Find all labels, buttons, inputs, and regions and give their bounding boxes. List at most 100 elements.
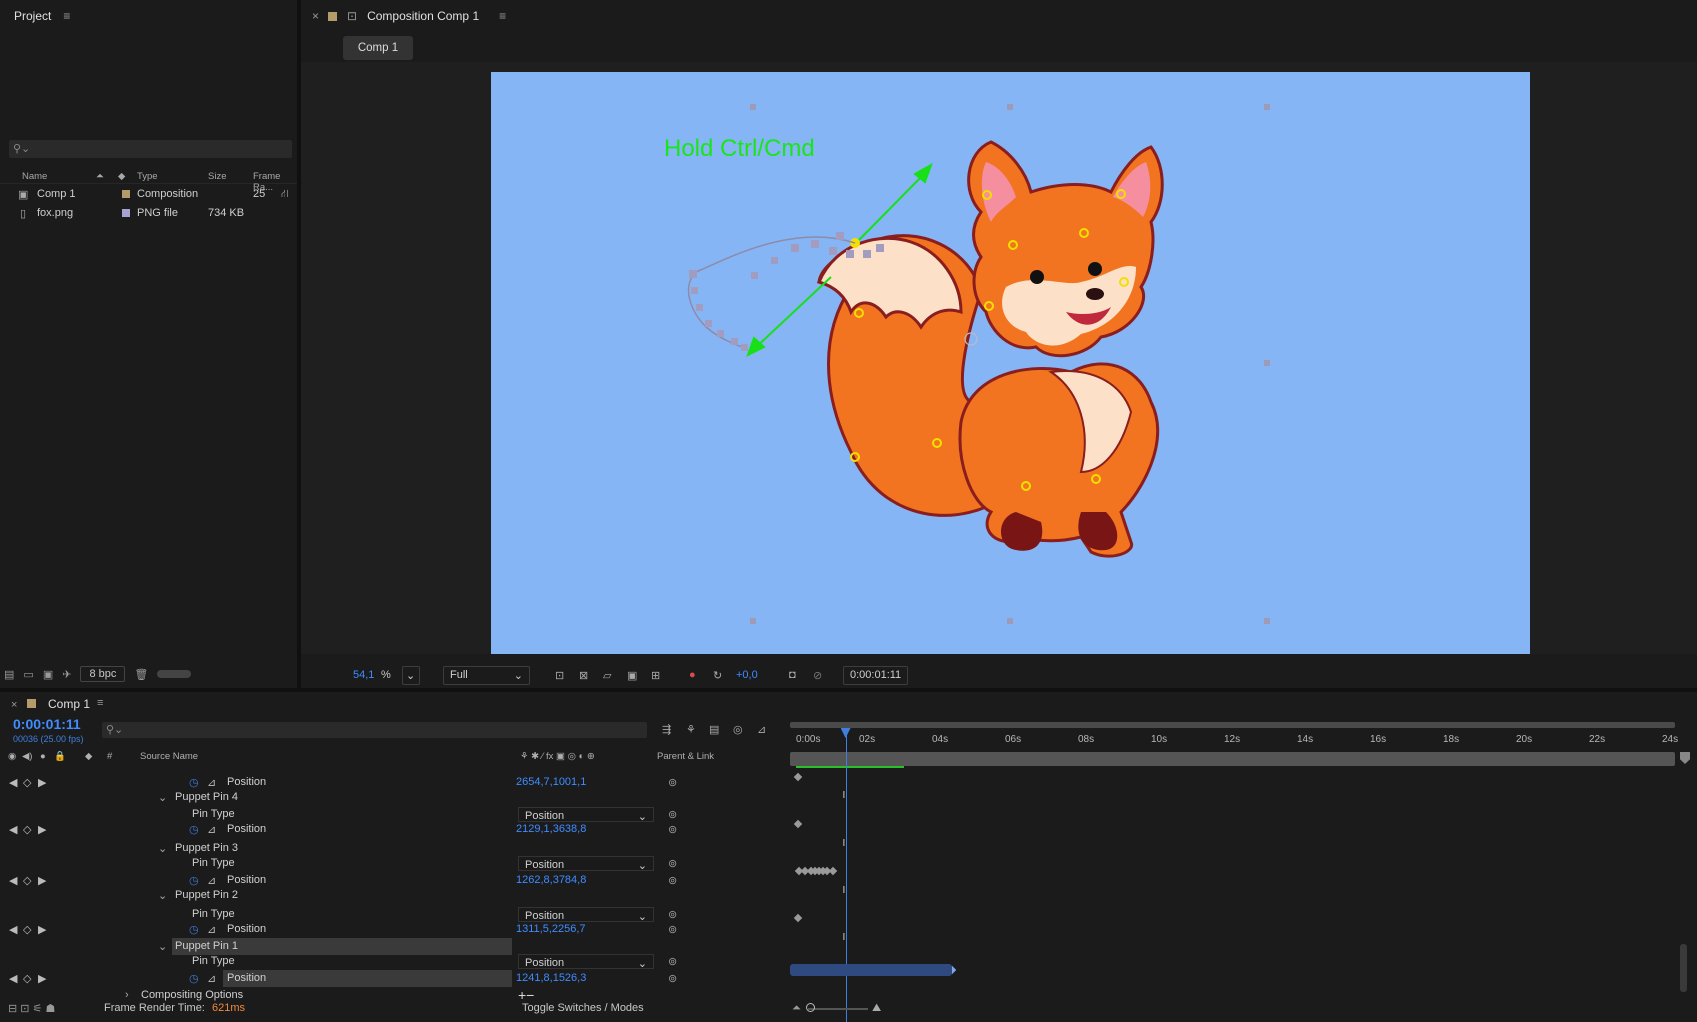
keyframe-diamond[interactable] xyxy=(793,913,803,923)
bit-depth-button[interactable]: 8 bpc xyxy=(80,666,126,682)
add-keyframe-icon[interactable]: ◇ xyxy=(23,776,31,789)
pin-type-dropdown[interactable]: Position ⌄ xyxy=(518,907,654,923)
viewer-timecode[interactable]: 0:00:01:11 xyxy=(843,665,909,685)
zoom-dropdown[interactable]: ⌄ xyxy=(402,665,420,685)
graph-icon[interactable]: ⊿ xyxy=(207,776,216,789)
thumbnail-slider[interactable] xyxy=(157,670,192,678)
add-keyframe-icon[interactable]: ◇ xyxy=(23,923,31,936)
mask-visibility-icon[interactable]: ▱ xyxy=(603,669,611,682)
vertical-scrollbar[interactable] xyxy=(1680,944,1687,992)
pick-whip-icon[interactable]: ⊚ xyxy=(668,776,677,789)
zoom-slider-knob[interactable] xyxy=(806,1003,815,1012)
channel-rgb-icon[interactable]: ● xyxy=(689,669,696,681)
project-title[interactable]: Project xyxy=(14,9,51,23)
show-snapshot-icon[interactable]: ⊘ xyxy=(813,669,822,682)
col-type[interactable]: Type xyxy=(137,171,158,182)
timeline-tab[interactable]: Comp 1 xyxy=(48,697,90,711)
chevron-down-icon[interactable]: ⌄ xyxy=(158,889,167,902)
layer-row-type[interactable]: Pin Type Position ⌄ ⊚ xyxy=(0,855,790,872)
pick-whip-icon[interactable]: ⊚ xyxy=(668,972,677,985)
sort-ascending-icon[interactable]: ⏶ xyxy=(96,171,104,182)
close-icon[interactable]: × xyxy=(11,699,17,711)
resolution-dropdown[interactable]: Full ⌄ xyxy=(443,665,530,685)
chevron-right-icon[interactable]: › xyxy=(125,989,129,1001)
prev-keyframe-icon[interactable]: ◀ xyxy=(9,776,17,789)
pick-whip-icon[interactable]: ⊚ xyxy=(668,908,677,921)
add-keyframe-icon[interactable]: ◇ xyxy=(23,972,31,985)
layer-row-type[interactable]: Pin Type Position ⌄ ⊚ xyxy=(0,953,790,970)
project-item-comp1[interactable]: ▣ Comp 1 Composition 25 ⛙ xyxy=(0,185,297,204)
stopwatch-icon[interactable]: ◷ xyxy=(189,972,199,985)
close-icon[interactable]: × xyxy=(312,9,319,23)
region-of-interest-icon[interactable]: ▣ xyxy=(627,669,637,682)
panel-menu-icon[interactable]: ≡ xyxy=(97,697,103,709)
pin-type-dropdown[interactable]: Position ⌄ xyxy=(518,954,654,970)
pick-whip-icon[interactable]: ⊚ xyxy=(668,808,677,821)
next-keyframe-icon[interactable]: ▶ xyxy=(38,776,46,789)
comp-frame[interactable]: Hold Ctrl/Cmd xyxy=(491,72,1530,654)
next-keyframe-icon[interactable]: ▶ xyxy=(38,923,46,936)
col-name[interactable]: Name xyxy=(22,171,47,182)
keyframe-diamond[interactable] xyxy=(828,866,838,876)
comp-viewer-tab[interactable]: Comp 1 xyxy=(343,36,413,60)
lock-icon[interactable]: ⊡ xyxy=(347,9,357,23)
new-folder-icon[interactable]: ▭ xyxy=(23,668,33,681)
graph-icon[interactable]: ⊿ xyxy=(207,972,216,985)
pin1-keyframe-strip[interactable] xyxy=(790,964,952,976)
position-value[interactable]: 1262,8,3784,8 xyxy=(516,874,586,886)
label-swatch[interactable] xyxy=(122,209,130,217)
col-parent[interactable]: Parent & Link xyxy=(657,751,714,762)
prev-keyframe-icon[interactable]: ◀ xyxy=(9,874,17,887)
toggle-switches-modes[interactable]: Toggle Switches / Modes xyxy=(522,1002,644,1014)
layer-row-prop[interactable]: ◀ ◇ ▶ ◷ ⊿ Position 1311,5,2256,7 ⊚ xyxy=(0,921,790,938)
prev-keyframe-icon[interactable]: ◀ xyxy=(9,823,17,836)
chevron-down-icon[interactable]: ⌄ xyxy=(158,842,167,855)
motion-blur-icon[interactable]: ◎ xyxy=(733,723,743,736)
add-remove-icon[interactable]: +− xyxy=(518,987,534,1003)
snapshot-icon[interactable]: ◘ xyxy=(789,669,796,681)
timeline-zoom-slider[interactable] xyxy=(808,1008,868,1010)
col-source-name[interactable]: Source Name xyxy=(140,751,198,762)
prev-keyframe-icon[interactable]: ◀ xyxy=(9,923,17,936)
lock-icon[interactable]: 🔒 xyxy=(54,751,66,762)
graph-icon[interactable]: ⊿ xyxy=(207,823,216,836)
layer-row-prop[interactable]: ◀ ◇ ▶ ◷ ⊿ Position 2129,1,3638,8 ⊚ xyxy=(0,821,790,838)
next-keyframe-icon[interactable]: ▶ xyxy=(38,823,46,836)
project-search-input[interactable]: ⚲⌄ xyxy=(9,140,292,158)
panel-menu-icon[interactable]: ≡ xyxy=(499,9,506,23)
audio-icon[interactable]: ◀) xyxy=(22,751,32,762)
pick-whip-icon[interactable]: ⊚ xyxy=(668,823,677,836)
end-of-work-area-marker[interactable] xyxy=(1680,752,1690,764)
position-value[interactable]: 2654,7,1001,1 xyxy=(516,776,586,788)
add-keyframe-icon[interactable]: ◇ xyxy=(23,874,31,887)
pick-whip-icon[interactable]: ⊚ xyxy=(668,874,677,887)
work-area-bar[interactable] xyxy=(790,722,1675,728)
layer-row-prop[interactable]: ◀ ◇ ▶ ◷ ⊿ Position 1241,8,1526,3 ⊚ xyxy=(0,970,790,987)
pin-type-dropdown[interactable]: Position ⌄ xyxy=(518,856,654,872)
composition-panel-tab[interactable]: × ⊡ Composition Comp 1 ≡ xyxy=(301,0,506,32)
reset-exposure-icon[interactable]: ↻ xyxy=(713,669,722,682)
time-ruler[interactable]: 0:00s 02s 04s 06s 08s 10s 12s 14s 16s 18s 20s 22s 24… xyxy=(790,734,1678,748)
pick-whip-icon[interactable]: ⊚ xyxy=(668,955,677,968)
stopwatch-icon[interactable]: ◷ xyxy=(189,823,199,836)
layer-duration-bar[interactable] xyxy=(790,752,1675,766)
next-keyframe-icon[interactable]: ▶ xyxy=(38,972,46,985)
interpret-footage-icon[interactable]: ▤ xyxy=(4,668,14,681)
prev-keyframe-icon[interactable]: ◀ xyxy=(9,972,17,985)
timeline-track-area[interactable]: 0:00s 02s 04s 06s 08s 10s 12s 14s 16s 18s 20s 22s 24… xyxy=(790,722,1678,1022)
current-time[interactable]: 0:00:01:11 xyxy=(13,716,81,732)
zoom-value[interactable]: 54,1 xyxy=(353,669,374,681)
stopwatch-icon[interactable]: ◷ xyxy=(189,776,199,789)
label-swatch[interactable] xyxy=(122,190,130,198)
layer-row-group[interactable]: ⌄ Puppet Pin 4 xyxy=(0,789,790,806)
draft-3d-icon[interactable]: ⚘ xyxy=(686,723,696,736)
label-icon[interactable]: ◆ xyxy=(85,751,92,762)
stopwatch-icon[interactable]: ◷ xyxy=(189,923,199,936)
add-keyframe-icon[interactable]: ◇ xyxy=(23,823,31,836)
graph-editor-icon[interactable]: ⊿ xyxy=(757,723,766,736)
fast-previews-icon[interactable]: ⊡ xyxy=(555,669,564,682)
pick-whip-icon[interactable]: ⊚ xyxy=(668,857,677,870)
exposure-value[interactable]: +0,0 xyxy=(736,669,758,681)
timeline-search-input[interactable]: ⚲⌄ xyxy=(102,722,647,738)
flowchart-icon[interactable]: ⛙ xyxy=(281,188,289,202)
